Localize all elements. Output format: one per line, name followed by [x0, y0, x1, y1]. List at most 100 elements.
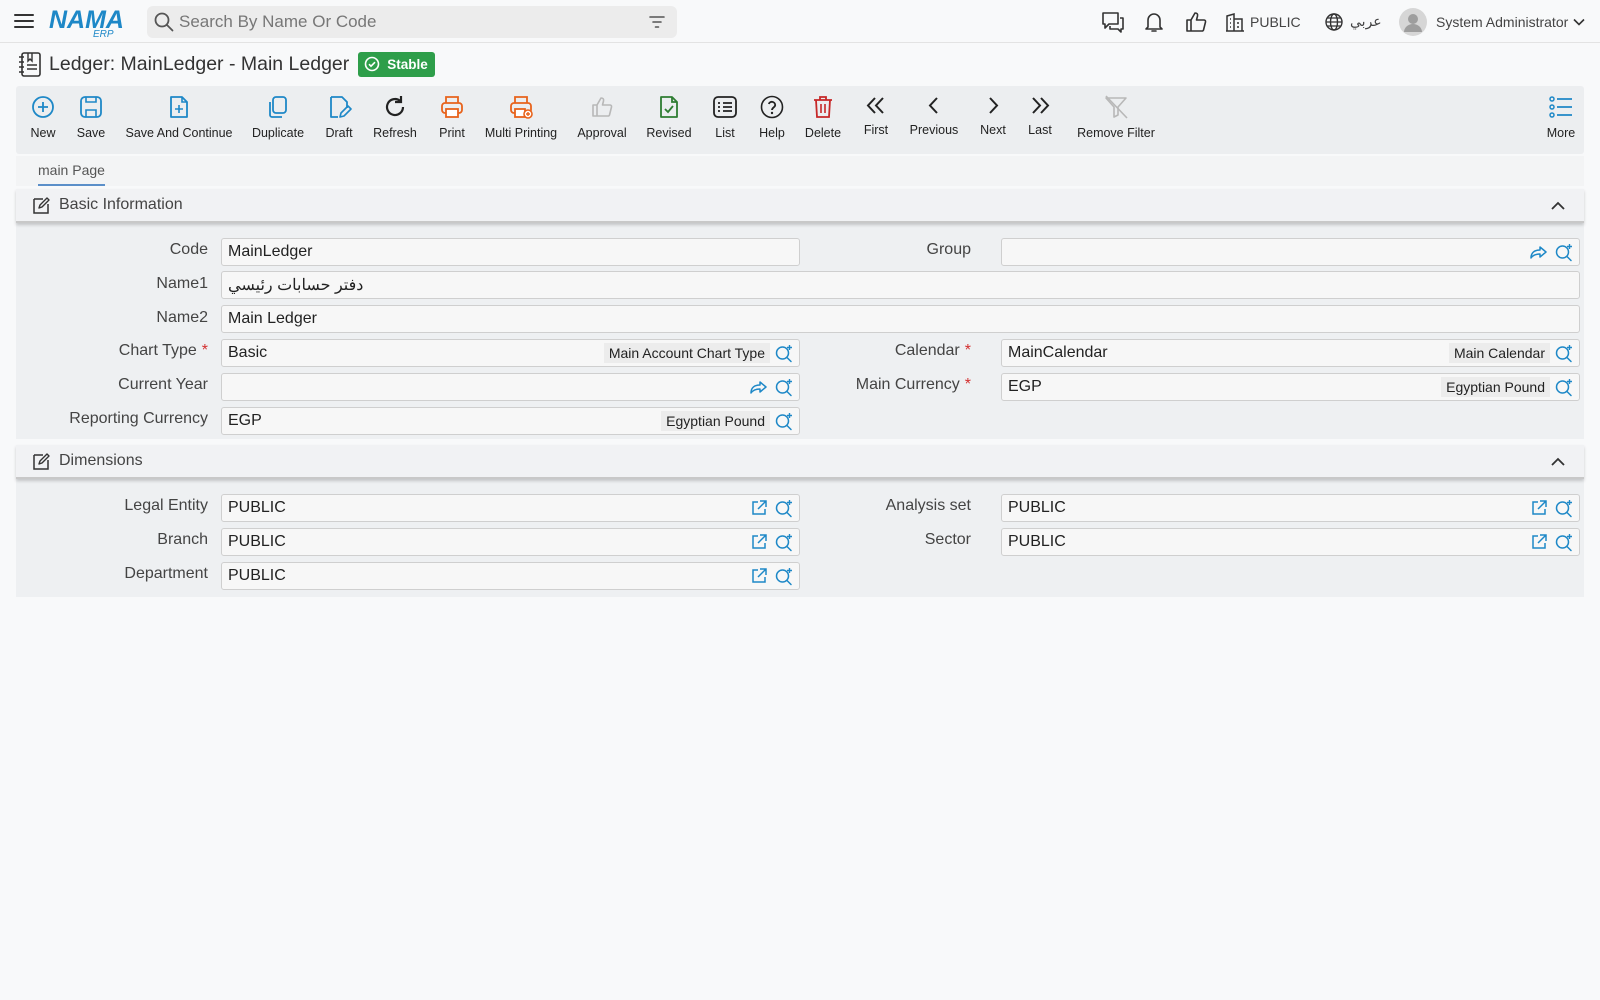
department-label: Department — [124, 565, 208, 582]
search-plus-icon[interactable] — [774, 343, 794, 363]
globe-icon — [1325, 12, 1343, 31]
code-field[interactable]: MainLedger — [221, 238, 800, 266]
last-button[interactable]: Last — [1026, 94, 1054, 137]
next-button[interactable]: Next — [979, 94, 1007, 137]
section-title: Basic Information — [59, 196, 183, 213]
search-plus-icon[interactable] — [1554, 343, 1574, 363]
analysis-set-value: PUBLIC — [1008, 499, 1066, 516]
multi-printing-button[interactable]: Multi Printing — [485, 94, 557, 140]
tab-main-page[interactable]: main Page — [38, 162, 105, 186]
language-selector[interactable]: عربي — [1324, 0, 1382, 43]
menu-icon[interactable] — [13, 10, 35, 32]
analysis-set-label: Analysis set — [885, 497, 971, 514]
search-plus-icon[interactable] — [774, 498, 794, 518]
sector-field[interactable]: PUBLIC — [1001, 528, 1580, 556]
dimensions-header[interactable]: Dimensions — [16, 445, 1584, 479]
first-button[interactable]: First — [863, 94, 889, 137]
remove-filter-button[interactable]: Remove Filter — [1076, 94, 1156, 140]
status-text: Stable — [387, 56, 428, 72]
analysis-set-field[interactable]: PUBLIC — [1001, 494, 1580, 522]
search-plus-icon[interactable] — [1554, 377, 1574, 397]
calendar-label: Calendar * — [894, 342, 971, 359]
duplicate-button[interactable]: Duplicate — [252, 94, 304, 140]
search-input[interactable] — [175, 12, 647, 32]
language-label: عربي — [1350, 13, 1382, 29]
group-field[interactable] — [1001, 238, 1580, 266]
ledger-book-icon — [19, 52, 41, 77]
chat-icon[interactable] — [1100, 9, 1126, 35]
search-plus-icon[interactable] — [774, 411, 794, 431]
more-button[interactable]: More — [1546, 94, 1576, 140]
chevron-up-icon[interactable] — [1550, 454, 1566, 470]
chevron-up-icon[interactable] — [1550, 198, 1566, 214]
plus-circle-icon — [32, 96, 54, 118]
code-value: MainLedger — [228, 243, 313, 260]
user-menu[interactable]: System Administrator — [1398, 0, 1586, 43]
search-icon — [154, 12, 174, 32]
save-and-continue-button[interactable]: Save And Continue — [125, 94, 233, 140]
trash-icon — [814, 96, 832, 118]
reporting-currency-field[interactable]: EGP Egyptian Pound — [221, 407, 800, 435]
share-arrow-icon[interactable] — [749, 377, 769, 397]
revised-button[interactable]: Revised — [646, 94, 692, 140]
calendar-field[interactable]: MainCalendar Main Calendar — [1001, 339, 1580, 367]
current-year-field[interactable] — [221, 373, 800, 401]
legal-entity-label: Legal Entity — [124, 497, 208, 514]
draft-button[interactable]: Draft — [325, 94, 353, 140]
main-currency-field[interactable]: EGP Egyptian Pound — [1001, 373, 1580, 401]
previous-button[interactable]: Previous — [909, 94, 959, 137]
chart-type-field[interactable]: Basic Main Account Chart Type — [221, 339, 800, 367]
basic-information-header[interactable]: Basic Information — [16, 189, 1584, 223]
save-button[interactable]: Save — [77, 94, 105, 140]
search-plus-icon[interactable] — [774, 566, 794, 586]
building-icon — [1226, 12, 1244, 32]
print-button[interactable]: Print — [438, 94, 466, 140]
thumbs-up-icon — [592, 97, 613, 117]
name2-field[interactable]: Main Ledger — [221, 305, 1580, 333]
delete-button[interactable]: Delete — [804, 94, 842, 140]
chart-type-description: Main Account Chart Type — [603, 343, 770, 363]
sector-label: Sector — [924, 531, 971, 548]
external-link-icon[interactable] — [1529, 498, 1549, 518]
name1-field[interactable]: دفتر حسابات رئيسي — [221, 271, 1580, 299]
refresh-button[interactable]: Refresh — [372, 94, 418, 140]
branch-field[interactable]: PUBLIC — [221, 528, 800, 556]
approval-button[interactable]: Approval — [576, 94, 628, 140]
global-search[interactable] — [147, 6, 677, 38]
external-link-icon[interactable] — [1529, 532, 1549, 552]
edit-square-icon — [33, 453, 50, 470]
save-icon — [80, 96, 102, 118]
filter-icon[interactable] — [647, 12, 667, 32]
name2-value: Main Ledger — [228, 310, 317, 327]
page-title: Ledger: MainLedger - Main Ledger — [49, 52, 350, 75]
external-link-icon[interactable] — [749, 566, 769, 586]
edit-square-icon — [33, 197, 50, 214]
reporting-currency-value: EGP — [228, 412, 262, 429]
help-button[interactable]: Help — [758, 94, 786, 140]
search-plus-icon[interactable] — [1554, 532, 1574, 552]
branch-label: Branch — [157, 531, 208, 548]
external-link-icon[interactable] — [749, 532, 769, 552]
search-plus-icon[interactable] — [1554, 498, 1574, 518]
legal-entity-field[interactable]: PUBLIC — [221, 494, 800, 522]
bell-icon[interactable] — [1141, 9, 1167, 35]
calendar-description: Main Calendar — [1448, 343, 1550, 363]
company-selector[interactable]: PUBLIC — [1224, 0, 1301, 43]
check-circle-icon — [364, 56, 380, 72]
share-arrow-icon[interactable] — [1529, 242, 1549, 262]
list-button[interactable]: List — [712, 94, 738, 140]
search-plus-icon[interactable] — [1554, 242, 1574, 262]
thumbs-up-icon[interactable] — [1183, 9, 1209, 35]
new-button[interactable]: New — [30, 94, 56, 140]
search-plus-icon[interactable] — [774, 532, 794, 552]
main-currency-value: EGP — [1008, 378, 1042, 395]
reporting-currency-description: Egyptian Pound — [661, 411, 770, 431]
department-field[interactable]: PUBLIC — [221, 562, 800, 590]
duplicate-icon — [269, 96, 287, 118]
chevrons-left-icon — [866, 97, 884, 114]
nama-erp-logo[interactable]: NAMA ERP — [49, 6, 131, 38]
external-link-icon[interactable] — [749, 498, 769, 518]
search-plus-icon[interactable] — [774, 377, 794, 397]
more-list-icon — [1549, 96, 1572, 118]
help-circle-icon — [760, 95, 784, 119]
